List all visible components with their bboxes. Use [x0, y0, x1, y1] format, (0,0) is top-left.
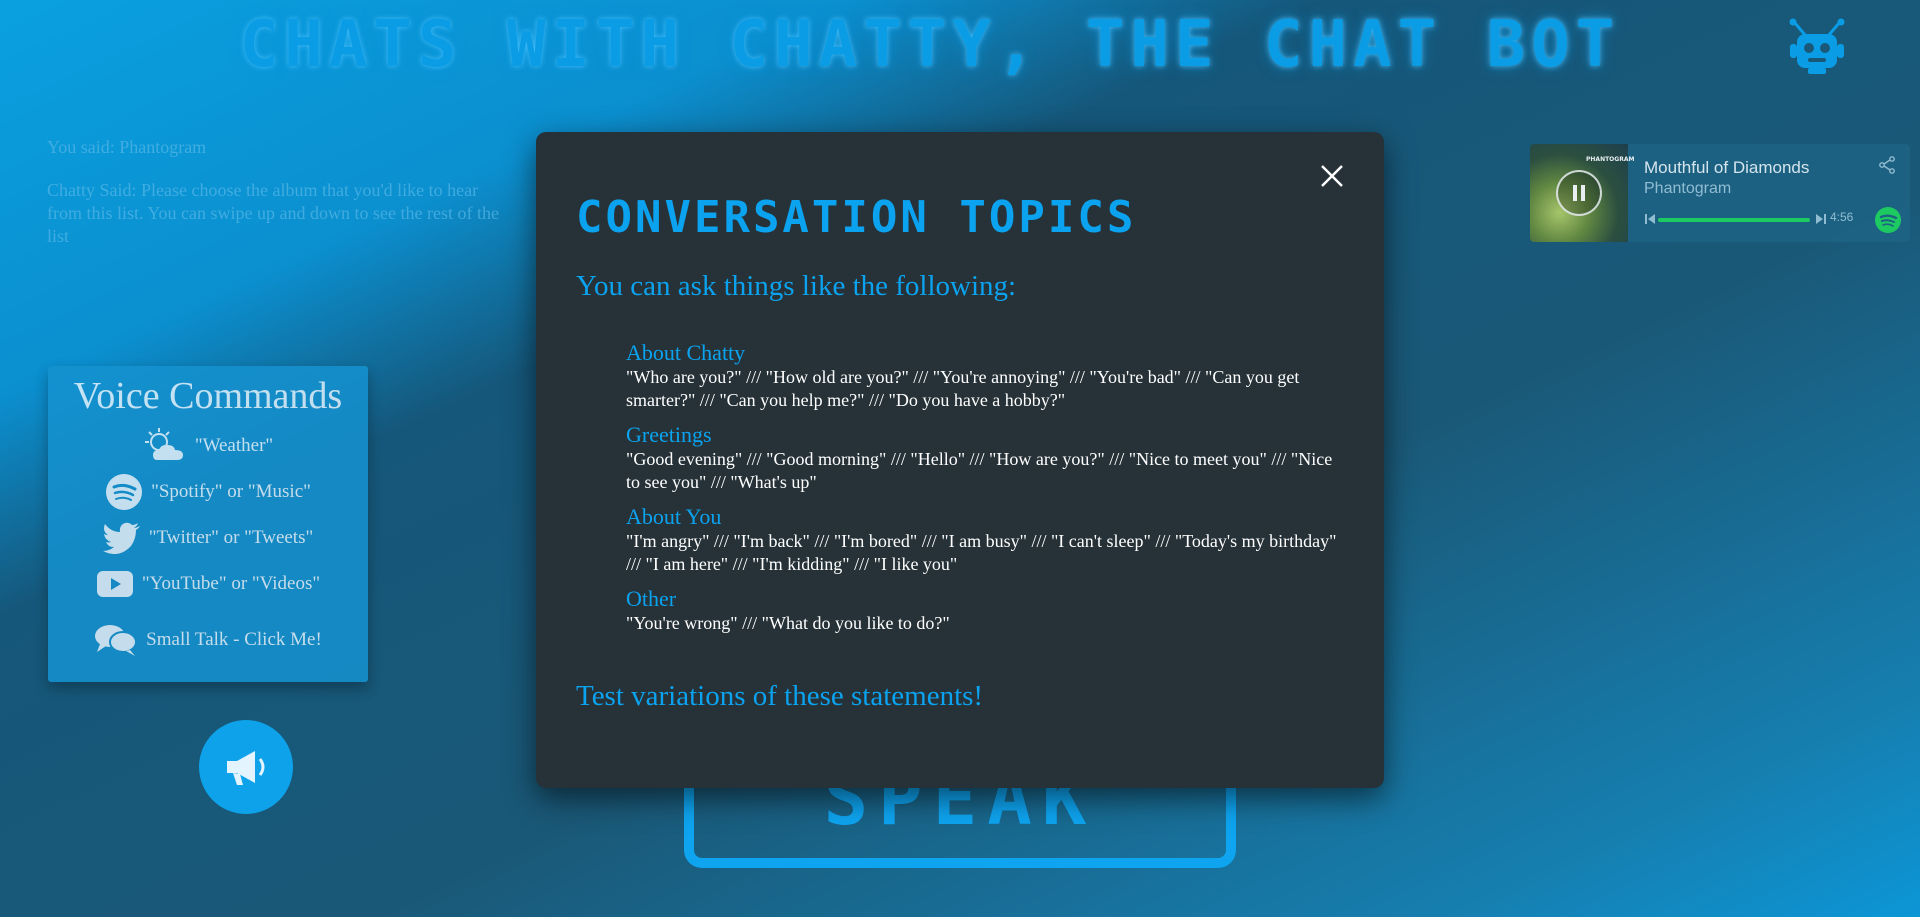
conversation-topics-modal: CONVERSATION TOPICS You can ask things l…	[536, 132, 1384, 788]
track-title: Mouthful of Diamonds	[1644, 158, 1810, 177]
megaphone-button[interactable]	[199, 720, 293, 814]
command-spotify[interactable]: "Spotify" or "Music"	[48, 472, 368, 512]
track-artist[interactable]: Phantogram	[1644, 180, 1731, 198]
modal-title: CONVERSATION TOPICS	[576, 192, 1137, 243]
robot-icon	[1789, 18, 1845, 74]
command-twitter[interactable]: "Twitter" or "Tweets"	[48, 518, 368, 558]
bot-message: Chatty Said: Please choose the album tha…	[47, 180, 499, 246]
topic-title: About You	[626, 504, 722, 529]
spotify-player: PHANTOGRAM Mouthful of Diamonds Phantogr…	[1530, 144, 1910, 242]
command-weather[interactable]: "Weather"	[48, 426, 368, 466]
progress-bar[interactable]	[1658, 218, 1810, 222]
topic-examples: "Who are you?" /// "How old are you?" //…	[626, 367, 1300, 410]
topic-examples: "I'm angry" /// "I'm back" /// "I'm bore…	[626, 531, 1337, 574]
topic-about-chatty: About Chatty "Who are you?" /// "How old…	[626, 340, 1346, 412]
modal-footer: Test variations of these statements!	[576, 680, 984, 712]
topic-greetings: Greetings "Good evening" /// "Good morni…	[626, 422, 1346, 494]
weather-icon	[144, 428, 183, 460]
voice-commands-panel: Voice Commands "Weather" "Spotify" or "M…	[48, 366, 368, 682]
command-youtube[interactable]: "YouTube" or "Videos"	[48, 564, 368, 604]
youtube-icon	[96, 571, 133, 597]
topic-examples: "Good evening" /// "Good morning" /// "H…	[626, 449, 1333, 492]
share-icon[interactable]	[1878, 156, 1896, 174]
command-label: Small Talk - Click Me!	[146, 629, 322, 650]
command-label: "Twitter" or "Tweets"	[148, 527, 314, 548]
twitter-icon	[102, 522, 140, 554]
close-icon[interactable]	[1319, 163, 1345, 189]
chat-bubbles-icon	[95, 625, 138, 656]
spotify-icon[interactable]	[1874, 206, 1902, 234]
modal-intro: You can ask things like the following:	[576, 270, 1017, 302]
topic-title: About Chatty	[626, 340, 746, 365]
topic-examples: "You're wrong" /// "What do you like to …	[626, 613, 950, 633]
topic-title: Other	[626, 586, 677, 611]
pause-button[interactable]	[1556, 170, 1602, 216]
command-label: "Weather"	[194, 435, 274, 456]
small-talk-button[interactable]: Small Talk - Click Me!	[48, 620, 368, 660]
topic-title: Greetings	[626, 422, 712, 447]
voice-commands-title: Voice Commands	[73, 375, 343, 417]
command-label: "Spotify" or "Music"	[151, 481, 311, 502]
pause-icon	[1573, 185, 1585, 201]
user-message: You said: Phantogram	[47, 137, 207, 157]
spotify-icon	[106, 474, 143, 510]
page-title: CHATS WITH CHATTY, THE CHAT BOT	[239, 8, 1621, 82]
album-art: PHANTOGRAM	[1530, 144, 1634, 242]
topic-about-you: About You "I'm angry" /// "I'm back" ///…	[626, 504, 1346, 576]
command-label: "YouTube" or "Videos"	[141, 573, 321, 594]
megaphone-icon	[227, 751, 265, 785]
topic-other: Other "You're wrong" /// "What do you li…	[626, 586, 1346, 635]
next-track-icon[interactable]	[1816, 213, 1826, 225]
chat-transcript: You said: Phantogram Chatty Said: Please…	[47, 136, 517, 268]
track-time: 4:56	[1830, 210, 1854, 224]
album-art-text: PHANTOGRAM	[1586, 156, 1635, 163]
topics-list: About Chatty "Who are you?" /// "How old…	[626, 340, 1346, 645]
previous-track-icon[interactable]	[1645, 213, 1655, 225]
